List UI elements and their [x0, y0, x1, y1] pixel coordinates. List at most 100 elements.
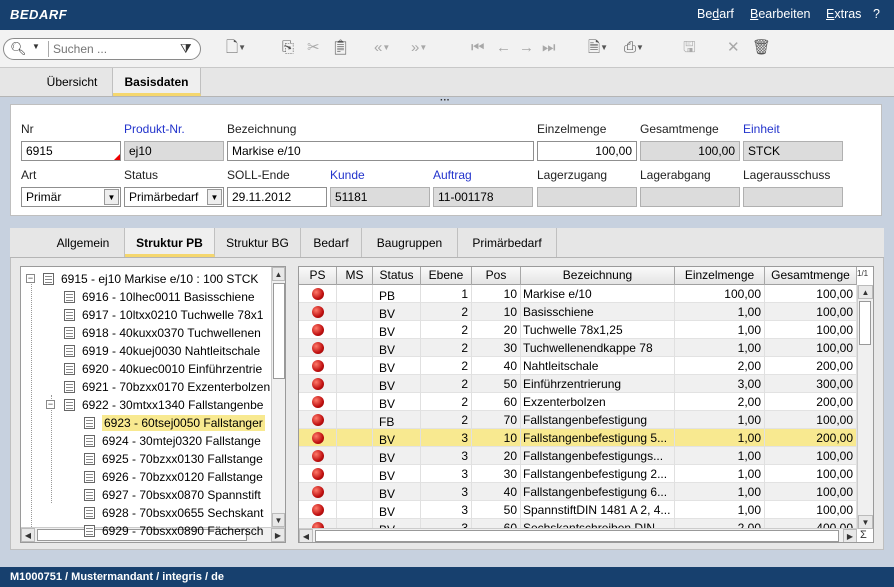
grid-horizontal-scrollbar[interactable]: ◀ ▶ — [299, 528, 857, 542]
tree-item[interactable]: 6928 - 70bsxx0655 Sechskant — [21, 504, 271, 522]
next-record-icon[interactable]: → — [519, 40, 534, 56]
tree-item[interactable]: 6927 - 70bsxx0870 Spannstift — [21, 486, 271, 504]
column-header-gesamtmenge[interactable]: Gesamtmenge — [765, 267, 857, 285]
label-auftrag[interactable]: Auftrag — [433, 168, 472, 182]
sum-icon[interactable]: Σ — [860, 529, 867, 541]
first-record-icon[interactable]: ⏮ — [471, 40, 485, 56]
table-row[interactable]: BV 3 10 Fallstangenbefestigung 5... 1,00 200,… — [299, 429, 857, 447]
copy-icon[interactable]: ⎘ — [282, 40, 294, 56]
lagerabgang-field[interactable] — [640, 187, 740, 207]
menu-extras[interactable]: Extras — [826, 7, 861, 21]
grid-vertical-scrollbar[interactable]: ▲ ▼ — [857, 285, 873, 529]
tree-vertical-scrollbar[interactable]: ▲ ▼ — [271, 267, 285, 527]
scroll-left-icon[interactable]: ◀ — [299, 529, 313, 542]
tab-uebersicht[interactable]: Übersicht — [32, 68, 113, 96]
table-row[interactable]: BV 3 30 Fallstangenbefestigung 2... 1,00 100,… — [299, 465, 857, 483]
einheit-field[interactable]: STCK — [743, 141, 843, 161]
tab-basisdaten[interactable]: Basisdaten — [113, 68, 201, 96]
scroll-thumb[interactable] — [315, 530, 839, 542]
menu-bedarf[interactable]: Bedarf — [697, 7, 734, 21]
table-row[interactable]: BV 2 40 Nahtleitschale 2,00 200,00 — [299, 357, 857, 375]
back-double-icon[interactable]: «▼ — [374, 39, 390, 56]
tree-item[interactable]: 6917 - 10ltxx0210 Tuchwelle 78x1 — [21, 306, 271, 324]
bezeichnung-field[interactable]: Markise e/10 — [227, 141, 534, 161]
scroll-thumb[interactable] — [859, 301, 871, 345]
lagerausschuss-field[interactable] — [743, 187, 843, 207]
print-icon[interactable]: ⎙▼ — [624, 39, 644, 56]
table-row[interactable]: BV 3 20 Fallstangenbefestigungs... 1,00 100,0… — [299, 447, 857, 465]
previous-record-icon[interactable]: ← — [496, 40, 511, 56]
label-produkt-nr[interactable]: Produkt-Nr. — [124, 122, 185, 136]
tree-item[interactable]: 6925 - 70bzxx0130 Fallstange — [21, 450, 271, 468]
tab-bedarf[interactable]: Bedarf — [301, 228, 362, 257]
forward-double-icon[interactable]: »▼ — [411, 39, 427, 56]
label-einheit[interactable]: Einheit — [743, 122, 780, 136]
column-header-pos[interactable]: Pos — [472, 267, 521, 285]
save-icon[interactable]: 🖫︎ — [683, 40, 696, 56]
tree-item[interactable]: 6920 - 40kuec0010 Einführzentrie — [21, 360, 271, 378]
tree-item[interactable]: 6918 - 40kuxx0370 Tuchwellenen — [21, 324, 271, 342]
column-header-ps[interactable]: PS — [299, 267, 337, 285]
tab-baugruppen[interactable]: Baugruppen — [362, 228, 458, 257]
scroll-right-icon[interactable]: ▶ — [271, 528, 285, 542]
art-select[interactable]: Primär ▼ — [21, 187, 121, 207]
tree-item[interactable]: 6921 - 70bzxx0170 Exzenterbolzen — [21, 378, 271, 396]
chevron-down-icon[interactable]: ▼ — [104, 189, 119, 205]
column-header-status[interactable]: Status — [373, 267, 421, 285]
trash-icon[interactable]: 🗑︎ — [752, 40, 771, 56]
column-header-bezeichnung[interactable]: Bezeichnung — [521, 267, 675, 285]
collapse-icon[interactable]: − — [26, 274, 35, 283]
label-kunde[interactable]: Kunde — [330, 168, 365, 182]
gesamtmenge-field[interactable]: 100,00 — [640, 141, 740, 161]
kunde-field[interactable]: 51181 — [330, 187, 430, 207]
table-row[interactable]: BV 2 30 Tuchwellenendkappe 78 1,00 100,00 — [299, 339, 857, 357]
table-row[interactable]: BV 2 10 Basisschiene 1,00 100,00 — [299, 303, 857, 321]
menu-bearbeiten[interactable]: Bearbeiten — [750, 7, 810, 21]
save-as-icon[interactable]: 🗎︎▼ — [588, 39, 608, 56]
auftrag-field[interactable]: 11-001178 — [433, 187, 533, 207]
lagerzugang-field[interactable] — [537, 187, 637, 207]
produkt-nr-field[interactable]: ej10 — [124, 141, 224, 161]
tree-item[interactable]: 6930 - 30mtxx1330 Antrieb für Mar — [21, 540, 271, 542]
nr-field[interactable]: 6915 — [21, 141, 121, 161]
tree-item[interactable]: − 6915 - ej10 Markise e/10 : 100 STCK — [21, 270, 271, 288]
search-icon[interactable]: 🔍︎ — [10, 41, 27, 57]
tab-allgemein[interactable]: Allgemein — [42, 228, 125, 257]
chevron-down-icon[interactable]: ▼ — [207, 189, 222, 205]
chevron-down-icon[interactable]: ▼ — [32, 42, 40, 51]
einzelmenge-field[interactable]: 100,00 — [537, 141, 637, 161]
scroll-down-icon[interactable]: ▼ — [272, 513, 285, 527]
table-row[interactable]: BV 3 50 SpannstiftDIN 1481 A 2, 4... 1,00 100… — [299, 501, 857, 519]
menu-help[interactable]: ? — [873, 7, 880, 21]
table-row[interactable]: BV 3 40 Fallstangenbefestigung 6... 1,00 100,… — [299, 483, 857, 501]
tab-struktur-bg[interactable]: Struktur BG — [215, 228, 301, 257]
table-row[interactable]: BV 2 60 Exzenterbolzen 2,00 200,00 — [299, 393, 857, 411]
new-document-icon[interactable]: 🗋︎▼ — [226, 39, 246, 56]
last-record-icon[interactable]: ⏭ — [542, 40, 556, 56]
tree-item[interactable]: − 6922 - 30mtxx1340 Fallstangenbe — [21, 396, 271, 414]
column-header-ms[interactable]: MS — [337, 267, 373, 285]
column-header-ebene[interactable]: Ebene — [421, 267, 472, 285]
scroll-thumb[interactable] — [273, 283, 285, 379]
tab-primaerbedarf[interactable]: Primärbedarf — [458, 228, 557, 257]
tree-item[interactable]: 6919 - 40kuej0030 Nahtleitschale — [21, 342, 271, 360]
table-row[interactable]: BV 2 20 Tuchwelle 78x1,25 1,00 100,00 — [299, 321, 857, 339]
search-input[interactable] — [48, 41, 176, 57]
table-row[interactable]: PB 1 10 Markise e/10 100,00 100,00 — [299, 285, 857, 303]
table-row[interactable]: BV 2 50 Einführzentrierung 3,00 300,00 — [299, 375, 857, 393]
column-header-einzelmenge[interactable]: Einzelmenge — [675, 267, 765, 285]
scroll-up-icon[interactable]: ▲ — [272, 267, 285, 281]
cut-icon[interactable]: ✂ — [307, 40, 320, 56]
scroll-up-icon[interactable]: ▲ — [858, 285, 873, 299]
scroll-right-icon[interactable]: ▶ — [843, 529, 857, 542]
close-icon[interactable]: ✕ — [727, 40, 740, 56]
paste-icon[interactable]: 📋︎ — [331, 40, 350, 56]
tree-item[interactable]: 6926 - 70bzxx0120 Fallstange — [21, 468, 271, 486]
scroll-down-icon[interactable]: ▼ — [858, 515, 873, 529]
collapse-icon[interactable]: − — [46, 400, 55, 409]
tree-item[interactable]: 6924 - 30mtej0320 Fallstange — [21, 432, 271, 450]
tab-struktur-pb[interactable]: Struktur PB — [125, 228, 215, 257]
tree-item[interactable]: 6923 - 60tsej0050 Fallstanger — [21, 414, 271, 432]
filter-icon[interactable]: ⧩ — [180, 41, 192, 57]
tree-item[interactable]: 6929 - 70bsxx0890 Fächersch — [21, 522, 271, 540]
